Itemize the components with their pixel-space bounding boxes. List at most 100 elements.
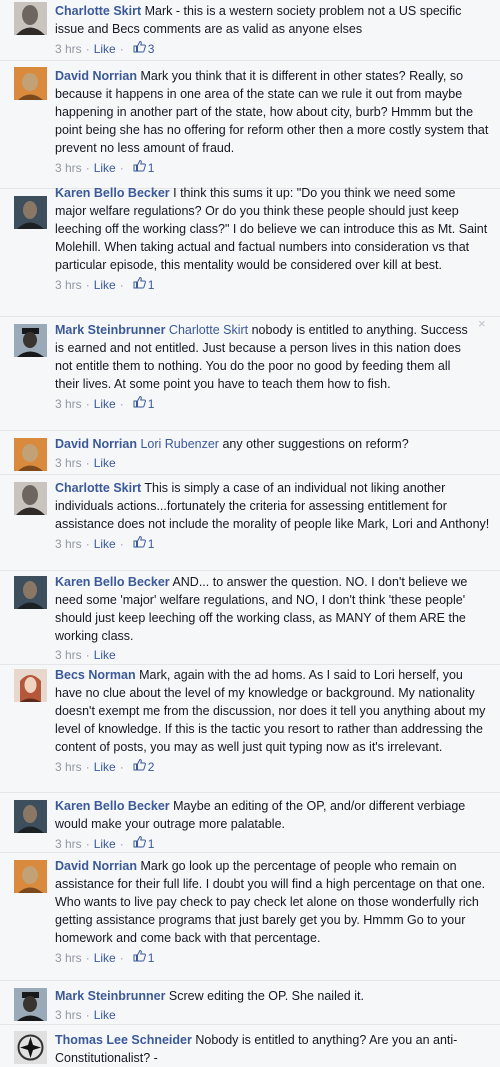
comment-author-link[interactable]: David Norrian (55, 69, 137, 83)
comment-timestamp[interactable]: 3 hrs (55, 536, 82, 552)
like-button[interactable]: Like (94, 1007, 116, 1023)
comment-meta: 3 hrs · Like · 1 (55, 949, 490, 966)
avatar[interactable] (14, 576, 47, 609)
avatar[interactable] (14, 988, 47, 1021)
separator-dot: · (119, 836, 124, 851)
comment-timestamp[interactable]: 3 hrs (55, 950, 82, 966)
comment-author-link[interactable]: Charlotte Skirt (55, 481, 141, 495)
thumbs-up-icon[interactable] (133, 949, 146, 966)
comment-text: Screw editing the OP. She nailed it. (168, 989, 364, 1003)
avatar[interactable] (14, 669, 47, 702)
thumbs-up-icon[interactable] (133, 835, 146, 852)
like-count[interactable]: 1 (148, 396, 155, 412)
like-button[interactable]: Like (94, 836, 116, 852)
like-count[interactable]: 2 (148, 759, 155, 775)
like-count[interactable]: 1 (148, 950, 155, 966)
separator-dot: · (119, 160, 124, 175)
like-button[interactable]: Like (94, 396, 116, 412)
comment-meta: 3 hrs · Like · 2 (55, 758, 490, 775)
like-count[interactable]: 1 (148, 160, 155, 176)
comment-timestamp[interactable]: 3 hrs (55, 160, 82, 176)
separator-dot: · (119, 277, 124, 292)
grayscale-woman-portrait-icon (14, 482, 47, 515)
comment-author-link[interactable]: Thomas Lee Schneider (55, 1033, 192, 1047)
mention-link[interactable]: Lori Rubenzer (140, 437, 219, 451)
comment-body: Karen Bello Becker I think this sums it … (55, 184, 490, 293)
comment-author-link[interactable]: David Norrian (55, 859, 137, 873)
comment-timestamp[interactable]: 3 hrs (55, 759, 82, 775)
separator-dot: · (119, 759, 124, 774)
dark-woman-portrait-icon (14, 196, 47, 229)
thumbs-up-icon[interactable] (133, 159, 146, 176)
comment-meta: 3 hrs · Like · 3 (55, 40, 490, 57)
red-hair-woman-portrait-icon (14, 669, 47, 702)
comment-author-link[interactable]: Charlotte Skirt (55, 4, 141, 18)
like-button[interactable]: Like (94, 950, 116, 966)
thumbs-up-icon[interactable] (133, 758, 146, 775)
like-button[interactable]: Like (94, 455, 116, 471)
thumbs-up-icon[interactable] (133, 276, 146, 293)
avatar[interactable] (14, 2, 47, 35)
comment-meta: 3 hrs · Like · 1 (55, 276, 490, 293)
comment-body: Charlotte Skirt This is simply a case of… (55, 479, 490, 552)
like-button[interactable]: Like (94, 647, 116, 663)
comment-author-link[interactable]: Karen Bello Becker (55, 799, 170, 813)
comment-timestamp[interactable]: 3 hrs (55, 396, 82, 412)
avatar[interactable] (14, 482, 47, 515)
comment-timestamp[interactable]: 3 hrs (55, 277, 82, 293)
comment-author-link[interactable]: Becs Norman (55, 668, 136, 682)
separator-dot: · (85, 950, 90, 965)
avatar[interactable] (14, 1031, 47, 1064)
comment-body: David Norrian Lori Rubenzer any other su… (55, 435, 490, 471)
thumbs-up-icon[interactable] (133, 40, 146, 57)
orange-man-portrait-icon (14, 67, 47, 100)
comment-body: Karen Bello Becker Maybe an editing of t… (55, 797, 490, 852)
comment-timestamp[interactable]: 3 hrs (55, 41, 82, 57)
comment-timestamp[interactable]: 3 hrs (55, 1007, 82, 1023)
comment-body: David Norrian Mark go look up the percen… (55, 857, 490, 966)
comment-meta: 3 hrs · Like (55, 1007, 490, 1023)
avatar[interactable] (14, 196, 47, 229)
like-button[interactable]: Like (94, 41, 116, 57)
separator-dot: · (85, 536, 90, 551)
comment-body: Thomas Lee Schneider Nobody is entitled … (55, 1031, 490, 1067)
separator-dot: · (85, 648, 90, 662)
comment-timestamp[interactable]: 3 hrs (55, 455, 82, 471)
comment-author-link[interactable]: David Norrian (55, 437, 137, 451)
comment-author-link[interactable]: Mark Steinbrunner (55, 989, 165, 1003)
comment: Charlotte Skirt Mark - this is a western… (0, 2, 500, 60)
like-button[interactable]: Like (94, 277, 116, 293)
comment-timestamp[interactable]: 3 hrs (55, 647, 82, 663)
thumbs-up-icon[interactable] (133, 395, 146, 412)
comment: David Norrian Mark you think that it is … (0, 60, 500, 188)
comment-meta: 3 hrs · Like (55, 647, 490, 663)
comment: Karen Bello Becker AND... to answer the … (0, 570, 500, 664)
close-icon[interactable]: × (478, 317, 488, 330)
separator-dot: · (119, 950, 124, 965)
avatar[interactable] (14, 438, 47, 471)
comment-author-link[interactable]: Karen Bello Becker (55, 575, 170, 589)
thumbs-up-icon[interactable] (133, 535, 146, 552)
comment-author-link[interactable]: Karen Bello Becker (55, 186, 170, 200)
like-button[interactable]: Like (94, 536, 116, 552)
orange-man-portrait-icon (14, 860, 47, 893)
comment-timestamp[interactable]: 3 hrs (55, 836, 82, 852)
comment-body: Charlotte Skirt Mark - this is a western… (55, 2, 490, 57)
comment-body: Mark Steinbrunner Charlotte Skirt nobody… (55, 321, 476, 412)
avatar[interactable] (14, 324, 47, 357)
comment-author-link[interactable]: Mark Steinbrunner (55, 323, 165, 337)
comment-meta: 3 hrs · Like · 1 (55, 395, 476, 412)
like-count[interactable]: 1 (148, 277, 155, 293)
avatar[interactable] (14, 67, 47, 100)
comment-body: Mark Steinbrunner Screw editing the OP. … (55, 987, 490, 1023)
like-count[interactable]: 1 (148, 836, 155, 852)
comment-meta: 3 hrs · Like · 1 (55, 535, 490, 552)
like-count[interactable]: 1 (148, 536, 155, 552)
avatar[interactable] (14, 860, 47, 893)
like-button[interactable]: Like (94, 160, 116, 176)
avatar[interactable] (14, 800, 47, 833)
mention-link[interactable]: Charlotte Skirt (169, 323, 248, 337)
like-button[interactable]: Like (94, 759, 116, 775)
like-count[interactable]: 3 (148, 41, 155, 57)
comment: Karen Bello Becker I think this sums it … (0, 186, 500, 318)
